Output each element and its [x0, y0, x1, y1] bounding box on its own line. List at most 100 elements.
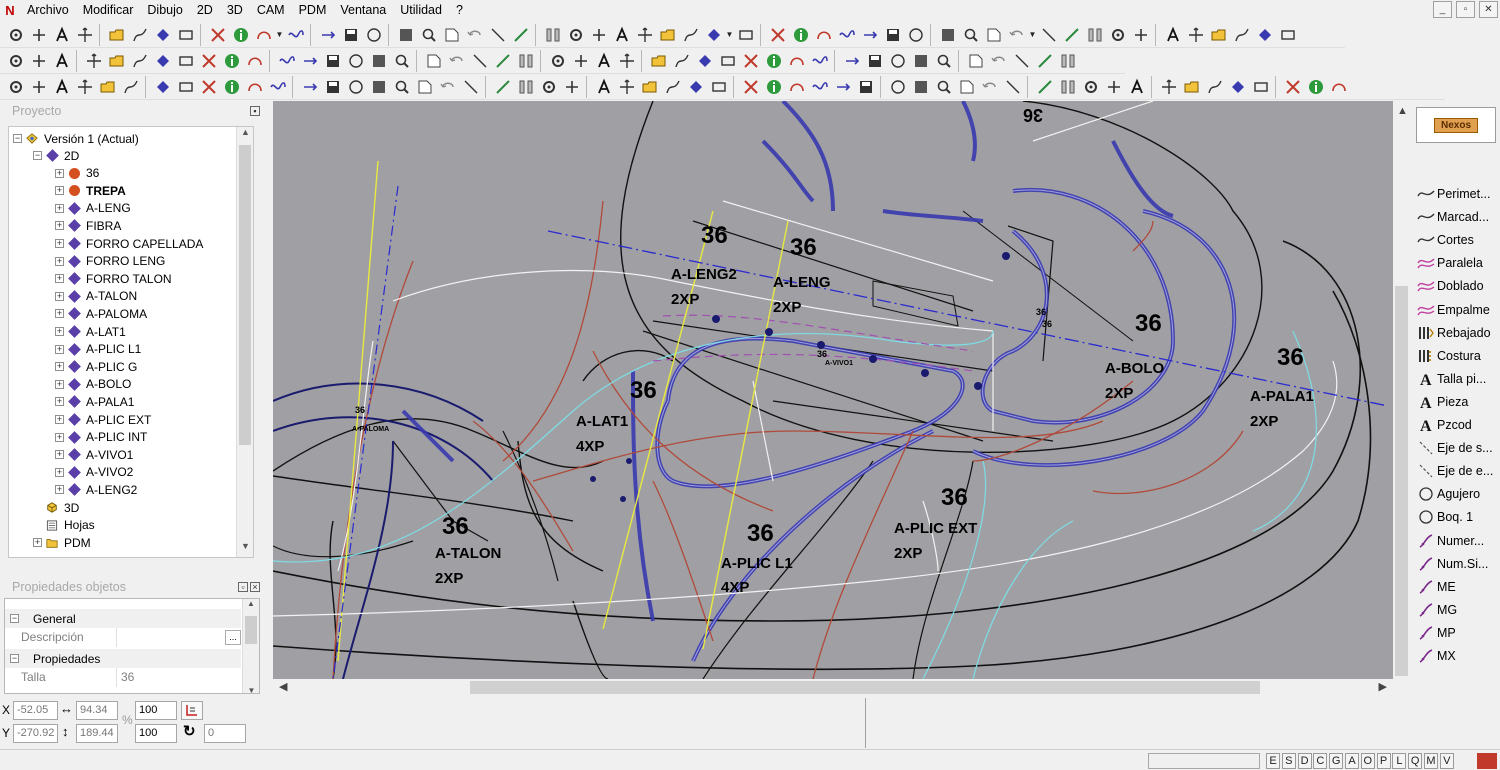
tool-num-si[interactable]: Num.Si... [1417, 553, 1488, 575]
menu-ventana[interactable]: Ventana [333, 0, 393, 20]
curve-tool-button[interactable] [390, 76, 413, 98]
square-tool-button[interactable] [684, 76, 707, 98]
layers-tool-button[interactable] [808, 50, 831, 72]
pen-tool-button[interactable] [463, 24, 486, 46]
menu-help[interactable]: ? [449, 0, 470, 20]
point-tool-button[interactable] [151, 24, 174, 46]
node-tool-button[interactable] [982, 24, 1005, 46]
curve-tool-button[interactable] [1230, 24, 1253, 46]
move-tool-button[interactable] [422, 50, 445, 72]
tree-node-hojas[interactable]: Hojas [33, 517, 95, 534]
tree-node-a-leng[interactable]: + A-LENG [55, 200, 131, 217]
vscroll-thumb[interactable] [1395, 286, 1408, 676]
expand-icon[interactable]: + [33, 538, 42, 548]
arc-tool-button[interactable] [716, 50, 739, 72]
status-flag-m[interactable]: M [1424, 753, 1438, 769]
wave-tool-button[interactable] [468, 50, 491, 72]
status-flag-o[interactable]: O [1360, 753, 1375, 769]
tree-root[interactable]: − Versión 1 (Actual) [13, 130, 139, 147]
tree-node-forro-capellada[interactable]: + FORRO CAPELLADA [55, 235, 203, 252]
close-button[interactable]: ✕ [1479, 1, 1498, 18]
descripcion-browse-button[interactable]: ... [225, 630, 241, 645]
paste-tool-button[interactable] [959, 24, 982, 46]
text-tool-button[interactable] [27, 76, 50, 98]
paint-tool-button[interactable] [812, 24, 835, 46]
wave-tool-button[interactable] [1226, 76, 1249, 98]
prop-row-descripcion[interactable]: Descripción ... [5, 628, 241, 647]
properties-tool-button[interactable] [367, 76, 390, 98]
expand-icon[interactable]: + [55, 274, 64, 284]
status-flag-a[interactable]: A [1345, 753, 1359, 769]
canvas-horizontal-scrollbar[interactable]: ◀ ▶ [273, 679, 1393, 696]
info-tool-button[interactable] [1060, 24, 1083, 46]
rect-tool-button[interactable] [174, 76, 197, 98]
status-flag-c[interactable]: C [1313, 753, 1328, 769]
expand-icon[interactable]: + [55, 291, 64, 301]
expand-icon[interactable]: + [55, 256, 64, 266]
tree-node-2d[interactable]: − 2D [33, 147, 79, 164]
info-tool-button[interactable] [1157, 76, 1180, 98]
node-tool-button[interactable] [27, 24, 50, 46]
square-tool-button[interactable] [863, 50, 886, 72]
tool-doblado[interactable]: Doblado [1417, 275, 1484, 297]
expand-icon[interactable]: + [55, 221, 64, 231]
tree-node-a-paloma[interactable]: + A-PALOMA [55, 305, 147, 322]
arc-tool-button[interactable] [440, 24, 463, 46]
tool-agujero[interactable]: Agujero [1417, 483, 1480, 505]
rotate-tool-button[interactable] [321, 76, 344, 98]
expand-icon[interactable]: + [55, 397, 64, 407]
copy-tool-button[interactable] [964, 50, 987, 72]
move-tool-button[interactable] [1180, 76, 1203, 98]
tool-mx[interactable]: MX [1417, 645, 1456, 667]
text-tool-button[interactable] [858, 24, 881, 46]
undo-tool-button[interactable] [394, 24, 417, 46]
expand-icon[interactable]: + [55, 432, 64, 442]
line-tool-button[interactable] [702, 24, 725, 46]
dropdown-arrow-icon[interactable]: ▼ [725, 24, 734, 46]
open-tool-button[interactable] [1281, 76, 1304, 98]
spline-tool-button[interactable] [840, 50, 863, 72]
zoom-tool-button[interactable] [886, 50, 909, 72]
collapse-icon[interactable]: − [13, 134, 22, 143]
rect-tool-button[interactable] [50, 24, 73, 46]
delete-tool-button[interactable] [1033, 76, 1056, 98]
scroll-up-icon[interactable]: ▲ [237, 127, 253, 143]
info-tool-button[interactable] [105, 24, 128, 46]
menu-dibujo[interactable]: Dibujo [140, 0, 189, 20]
collapse-icon[interactable]: − [10, 614, 19, 623]
cut-tool-button[interactable] [417, 24, 440, 46]
curve-tool-button[interactable] [284, 24, 307, 46]
new-tool-button[interactable] [73, 76, 96, 98]
tree-node-forro-talon[interactable]: + FORRO TALON [55, 270, 172, 287]
open-tool-button[interactable] [344, 76, 367, 98]
new-tool-button[interactable] [904, 24, 927, 46]
pan-tool-button[interactable] [978, 76, 1001, 98]
redo-tool-button[interactable] [4, 50, 27, 72]
dy-field[interactable]: 189.44 [76, 724, 118, 743]
tree-node-forro-leng[interactable]: + FORRO LENG [55, 253, 165, 270]
marker-tool-button[interactable] [339, 24, 362, 46]
status-flag-g[interactable]: G [1329, 753, 1344, 769]
expand-icon[interactable]: + [55, 379, 64, 389]
info-tool-button[interactable] [390, 50, 413, 72]
paste-tool-button[interactable] [298, 50, 321, 72]
tool-cortes[interactable]: Cortes [1417, 229, 1474, 251]
curve-tool-button[interactable] [1327, 76, 1350, 98]
prop-val-talla[interactable]: 36 [117, 668, 241, 687]
square-tool-button[interactable] [587, 24, 610, 46]
info-tool-button[interactable] [220, 76, 243, 98]
tree-node-pdm[interactable]: + PDM [33, 534, 91, 551]
tree-node-a-plic-l1[interactable]: + A-PLIC L1 [55, 341, 141, 358]
redo-tool-button[interactable] [762, 76, 785, 98]
tree-node-a-talon[interactable]: + A-TALON [55, 288, 137, 305]
copy-tool-button[interactable] [27, 50, 50, 72]
line-tool-button[interactable] [808, 76, 831, 98]
save-tool-button[interactable] [615, 76, 638, 98]
scroll-up-icon[interactable]: ▲ [1397, 105, 1408, 117]
status-flag-l[interactable]: L [1392, 753, 1407, 769]
tool-mp[interactable]: MP [1417, 622, 1456, 644]
measure-tool-button[interactable] [647, 50, 670, 72]
tree-node-a-lat1[interactable]: + A-LAT1 [55, 323, 126, 340]
arc-tool-button[interactable] [537, 76, 560, 98]
move-tool-button[interactable] [128, 24, 151, 46]
